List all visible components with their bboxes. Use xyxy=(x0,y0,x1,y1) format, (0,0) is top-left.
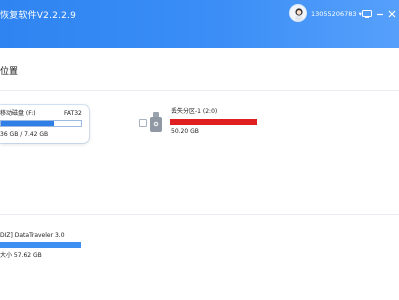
device-usage-bar xyxy=(0,242,81,248)
lost-partition-bar xyxy=(170,119,257,125)
lost-partition-checkbox[interactable] xyxy=(139,119,147,127)
minimize-icon[interactable] xyxy=(375,9,385,18)
lost-partition-fill xyxy=(170,119,257,125)
message-icon[interactable] xyxy=(362,9,372,18)
section-title: 位置 xyxy=(0,67,19,77)
app-title: 恢复软件V2.2.2.9 xyxy=(0,11,77,21)
drive-size: 36 GB / 7.42 GB xyxy=(0,131,49,138)
account-phone[interactable]: 13055206783 ▾ xyxy=(311,10,362,18)
devices-divider xyxy=(0,214,399,215)
drive-name: 移动磁盘 (F:) xyxy=(0,110,36,117)
usb-drive-icon xyxy=(150,112,162,132)
section-divider xyxy=(0,90,399,91)
drive-usage-bar xyxy=(0,120,82,127)
close-icon[interactable] xyxy=(387,9,397,18)
app-header: 恢复软件V2.2.2.9 13055206783 ▾ xyxy=(0,0,399,48)
account-phone-number: 13055206783 xyxy=(311,10,357,18)
device-name[interactable]: DIZ] DataTraveler 3.0 xyxy=(0,232,65,240)
drive-usage-fill xyxy=(1,121,54,126)
drive-card-removable[interactable]: 移动磁盘 (F:) FAT32 36 GB / 7.42 GB xyxy=(0,105,89,143)
drive-filesystem: FAT32 xyxy=(64,110,82,117)
lost-partition-size: 50.20 GB xyxy=(171,128,199,135)
user-avatar-icon[interactable] xyxy=(289,4,307,22)
lost-partition-name: 丢失分区-1 (2:0) xyxy=(171,108,218,115)
device-size: 大小 57.62 GB xyxy=(0,252,42,259)
